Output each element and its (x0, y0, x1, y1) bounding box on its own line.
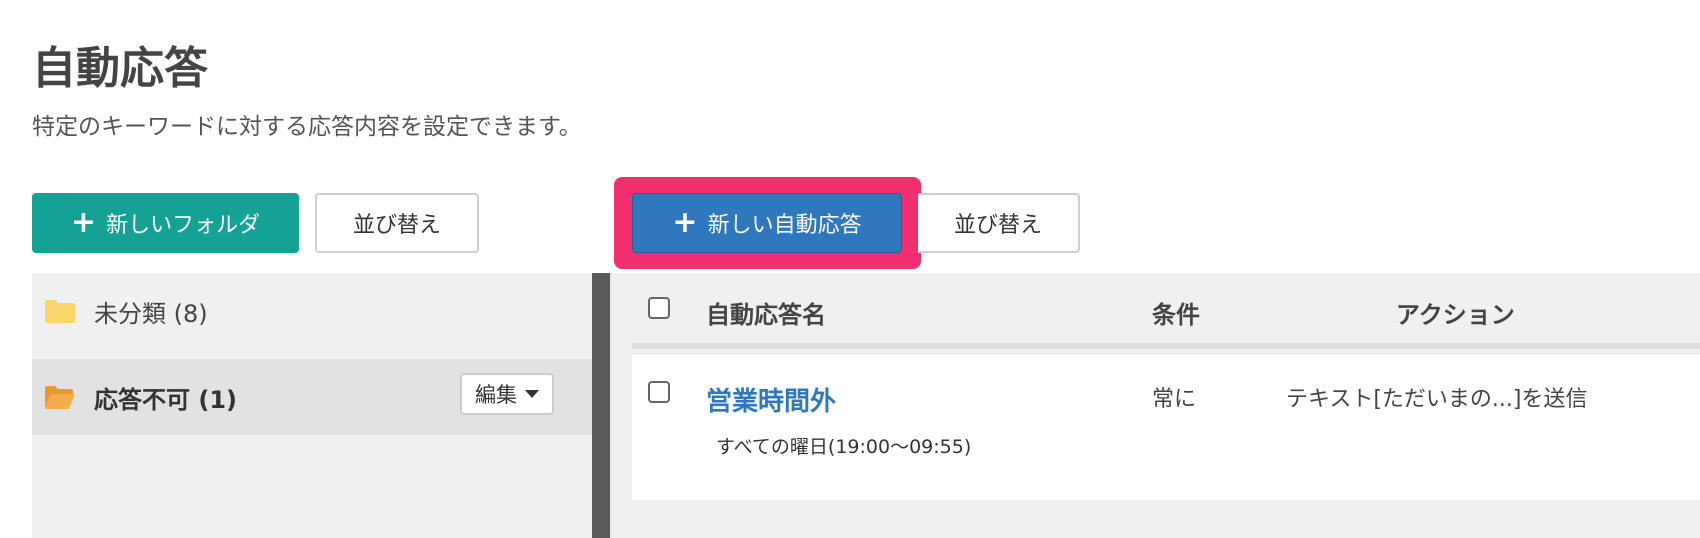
table-header: 自動応答名 条件 アクション (632, 273, 1700, 349)
autoresponse-name-link[interactable]: 営業時間外 (706, 381, 836, 418)
panel-divider[interactable] (592, 273, 612, 538)
sort-folders-label: 並び替え (352, 213, 441, 238)
autoresponse-condition: 常に (1152, 387, 1197, 412)
folder-label: 応答不可 (1) (94, 385, 237, 414)
page-title: 自動応答 (32, 43, 208, 94)
folder-open-icon (45, 386, 75, 409)
sort-autoresponses-label: 並び替え (953, 213, 1042, 238)
new-autoresponse-button[interactable]: + 新しい自動応答 (632, 193, 902, 253)
folder-label: 未分類 (8) (94, 299, 208, 328)
folder-item-unavailable[interactable]: 応答不可 (1) 編集 (32, 359, 592, 435)
sort-autoresponses-button[interactable]: 並び替え (918, 193, 1080, 253)
column-header-condition: 条件 (1152, 301, 1200, 329)
new-autoresponse-label: 新しい自動応答 (707, 213, 862, 238)
edit-label: 編集 (475, 383, 517, 407)
select-all-checkbox[interactable] (648, 297, 670, 319)
sort-folders-button[interactable]: 並び替え (315, 193, 479, 253)
page-subtitle: 特定のキーワードに対する応答内容を設定できます。 (32, 114, 582, 140)
folder-list: 未分類 (8) 応答不可 (1) 編集 (32, 273, 592, 538)
plus-icon: + (672, 205, 698, 240)
column-header-name: 自動応答名 (706, 301, 826, 329)
row-checkbox[interactable] (648, 381, 670, 403)
autoresponse-action: テキスト[ただいまの...]を送信 (1286, 387, 1588, 412)
folder-item-uncategorized[interactable]: 未分類 (8) (32, 273, 592, 349)
autoresponse-schedule: すべての曜日(19:00〜09:55) (716, 436, 972, 458)
caret-down-icon (525, 390, 539, 398)
plus-icon: + (70, 205, 97, 240)
autoresponse-table: 自動応答名 条件 アクション 営業時間外 すべての曜日(19:00〜09:55)… (612, 273, 1700, 538)
table-row: 営業時間外 すべての曜日(19:00〜09:55) 常に テキスト[ただいまの.… (632, 355, 1700, 500)
folder-closed-icon (45, 300, 75, 323)
autoresponse-page: 自動応答 特定のキーワードに対する応答内容を設定できます。 + 新しいフォルダ … (0, 0, 1700, 538)
new-folder-label: 新しいフォルダ (106, 213, 261, 238)
new-folder-button[interactable]: + 新しいフォルダ (32, 193, 299, 253)
edit-folder-dropdown[interactable]: 編集 (460, 373, 554, 415)
column-header-action: アクション (1396, 301, 1515, 329)
